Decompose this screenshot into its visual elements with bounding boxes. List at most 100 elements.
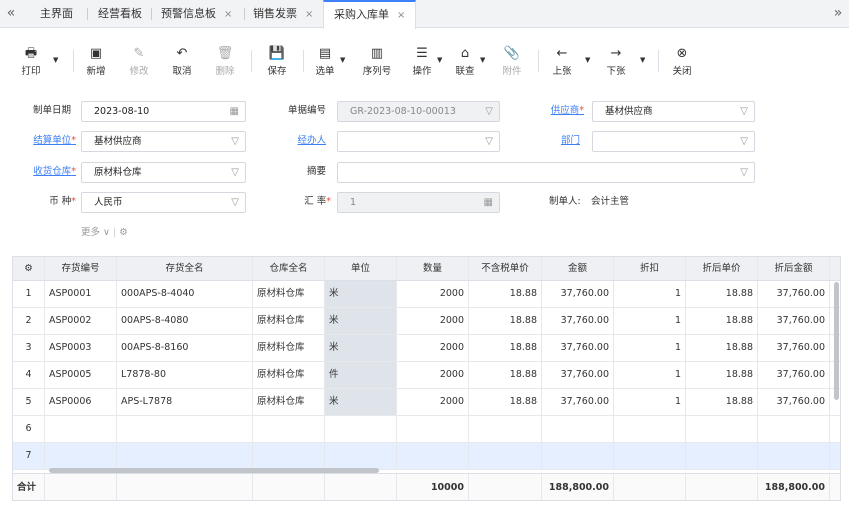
cell-warehouse[interactable] xyxy=(253,416,325,442)
close-button[interactable]: ⊗ 关闭 xyxy=(664,46,700,77)
close-icon[interactable]: × xyxy=(397,10,405,21)
cell-qty[interactable]: 2000 xyxy=(397,362,469,388)
col-header-warehouse[interactable]: 仓库全名 xyxy=(253,257,325,280)
col-header-disc-amount[interactable]: 折后金额 xyxy=(758,257,830,280)
serial-button[interactable]: ▥ 序列号 xyxy=(359,46,395,77)
cell-disc-amount[interactable]: 37,760.00 xyxy=(758,389,830,415)
table-row[interactable]: 3 ASP0003 00APS-8-8160 原材料仓库米 2000 18.88 37,76… xyxy=(13,335,840,362)
supplier-field[interactable]: 基材供应商 ▽ xyxy=(592,101,755,122)
cell-name[interactable]: L7878-80 xyxy=(117,362,253,388)
cell-disc-price[interactable]: 18.88 xyxy=(686,308,758,334)
more-toggle[interactable]: 更多 ∨ | ⚙ xyxy=(81,224,128,238)
tab-dashboard[interactable]: 经营看板 xyxy=(98,0,142,28)
cell-warehouse[interactable]: 原材料仓库 xyxy=(253,281,325,307)
cell-discount[interactable]: 1 xyxy=(614,281,686,307)
cell-price[interactable] xyxy=(469,443,542,469)
cell-disc-price[interactable]: 18.88 xyxy=(686,335,758,361)
select-dropdown-icon[interactable]: ▼ xyxy=(340,56,345,64)
cell-qty[interactable]: 2000 xyxy=(397,389,469,415)
table-row[interactable]: 6 xyxy=(13,416,840,443)
edit-button[interactable]: ✎ 修改 xyxy=(121,46,157,77)
attach-button[interactable]: 📎 附件 xyxy=(494,46,530,77)
cell-unit[interactable] xyxy=(325,443,397,469)
col-header-name[interactable]: 存货全名 xyxy=(117,257,253,280)
cell-qty[interactable]: 2000 xyxy=(397,335,469,361)
cell-code[interactable]: ASP0005 xyxy=(45,362,117,388)
cell-name[interactable] xyxy=(117,443,253,469)
cell-warehouse[interactable]: 原材料仓库 xyxy=(253,389,325,415)
cell-disc-amount[interactable]: 37,760.00 xyxy=(758,362,830,388)
cell-amount[interactable]: 37,760.00 xyxy=(542,308,614,334)
table-row[interactable]: 1 ASP0001 000APS-8-4040 原材料仓库米 2000 18.88 37,7… xyxy=(13,281,840,308)
cell-warehouse[interactable] xyxy=(253,443,325,469)
cell-warehouse[interactable]: 原材料仓库 xyxy=(253,308,325,334)
filter-icon[interactable]: ▽ xyxy=(740,163,748,182)
table-row[interactable]: 2 ASP0002 00APS-8-4080 原材料仓库米 2000 18.88 37,76… xyxy=(13,308,840,335)
cell-code[interactable]: ASP0003 xyxy=(45,335,117,361)
delete-button[interactable]: 🗑 删除 xyxy=(207,46,243,77)
table-row[interactable]: 4 ASP0005 L7878-80 原材料仓库件 2000 18.88 37,760.00… xyxy=(13,362,840,389)
cell-disc-amount[interactable]: 37,760.00 xyxy=(758,335,830,361)
cell-price[interactable]: 18.88 xyxy=(469,362,542,388)
col-header-discount[interactable]: 折扣 xyxy=(614,257,686,280)
cell-discount[interactable]: 1 xyxy=(614,362,686,388)
cell-price[interactable]: 18.88 xyxy=(469,308,542,334)
filter-icon[interactable]: ▽ xyxy=(740,102,748,121)
dept-label[interactable]: 部门 xyxy=(540,131,580,151)
cell-name[interactable]: 000APS-8-4040 xyxy=(117,281,253,307)
cell-disc-amount[interactable]: 37,760.00 xyxy=(758,308,830,334)
cell-unit[interactable] xyxy=(325,416,397,442)
cell-qty[interactable]: 2000 xyxy=(397,308,469,334)
cell-disc-price[interactable] xyxy=(686,416,758,442)
close-icon[interactable]: × xyxy=(305,9,313,20)
grid-settings-icon[interactable]: ⚙ xyxy=(13,257,45,280)
tab-home[interactable]: 主界面 xyxy=(40,0,73,28)
col-header-qty[interactable]: 数量 xyxy=(397,257,469,280)
cell-amount[interactable]: 37,760.00 xyxy=(542,362,614,388)
col-header-disc-price[interactable]: 折后单价 xyxy=(686,257,758,280)
prev-dropdown-icon[interactable]: ▼ xyxy=(585,56,590,64)
cell-price[interactable]: 18.88 xyxy=(469,389,542,415)
dept-field[interactable]: ▽ xyxy=(592,131,755,152)
table-row[interactable]: 7 xyxy=(13,443,840,470)
tabs-back-icon[interactable]: « xyxy=(0,0,22,28)
cell-discount[interactable]: 1 xyxy=(614,308,686,334)
cancel-button[interactable]: ↶ 取消 xyxy=(164,46,200,77)
cell-discount[interactable] xyxy=(614,443,686,469)
cell-unit[interactable]: 米 xyxy=(325,335,397,361)
cell-disc-price[interactable]: 18.88 xyxy=(686,362,758,388)
operate-dropdown-icon[interactable]: ▼ xyxy=(437,56,442,64)
cell-disc-amount[interactable]: 37,760.00 xyxy=(758,281,830,307)
cell-amount[interactable]: 37,760.00 xyxy=(542,389,614,415)
cell-amount[interactable] xyxy=(542,443,614,469)
col-header-amount[interactable]: 金额 xyxy=(542,257,614,280)
cell-code[interactable] xyxy=(45,443,117,469)
currency-field[interactable]: 人民币 ▽ xyxy=(81,192,246,213)
prev-button[interactable]: ← 上张 xyxy=(544,46,580,77)
cell-amount[interactable]: 37,760.00 xyxy=(542,281,614,307)
col-header-code[interactable]: 存货编号 xyxy=(45,257,117,280)
cell-unit[interactable]: 米 xyxy=(325,389,397,415)
tab-purchase-receipt[interactable]: 采购入库单 × xyxy=(323,0,417,29)
cell-unit[interactable]: 米 xyxy=(325,281,397,307)
cell-discount[interactable]: 1 xyxy=(614,389,686,415)
select-button[interactable]: ▤ 选单 xyxy=(307,46,343,77)
cell-name[interactable]: 00APS-8-8160 xyxy=(117,335,253,361)
cell-code[interactable] xyxy=(45,416,117,442)
cell-name[interactable] xyxy=(117,416,253,442)
cell-price[interactable]: 18.88 xyxy=(469,335,542,361)
cell-warehouse[interactable]: 原材料仓库 xyxy=(253,362,325,388)
cell-disc-price[interactable]: 18.88 xyxy=(686,281,758,307)
tabs-forward-icon[interactable]: » xyxy=(827,0,849,28)
cell-qty[interactable] xyxy=(397,443,469,469)
tab-sales-invoice[interactable]: 销售发票 × xyxy=(253,0,313,28)
cell-qty[interactable]: 2000 xyxy=(397,281,469,307)
cell-discount[interactable]: 1 xyxy=(614,335,686,361)
cell-code[interactable]: ASP0002 xyxy=(45,308,117,334)
cell-code[interactable]: ASP0006 xyxy=(45,389,117,415)
cell-price[interactable] xyxy=(469,416,542,442)
cell-price[interactable]: 18.88 xyxy=(469,281,542,307)
next-button[interactable]: → 下张 xyxy=(598,46,634,77)
query-button[interactable]: ⌂ 联查 xyxy=(447,46,483,77)
filter-icon[interactable]: ▽ xyxy=(231,132,239,151)
